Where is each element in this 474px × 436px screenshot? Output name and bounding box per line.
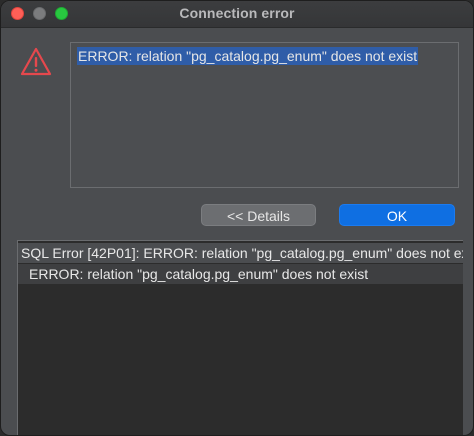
ok-button[interactable]: OK <box>339 204 455 226</box>
connection-error-dialog: Connection error ERROR: relation "pg_cat… <box>0 0 474 436</box>
window-title: Connection error <box>179 5 295 21</box>
error-details-tree[interactable]: SQL Error [42P01]: ERROR: relation "pg_c… <box>17 240 463 435</box>
details-toggle-button[interactable]: << Details <box>201 204 316 226</box>
error-message-box[interactable]: ERROR: relation "pg_catalog.pg_enum" doe… <box>70 42 459 188</box>
title-bar: Connection error <box>1 1 473 28</box>
error-message-text: ERROR: relation "pg_catalog.pg_enum" doe… <box>77 47 419 65</box>
details-row-error-cause[interactable]: ERROR: relation "pg_catalog.pg_enum" doe… <box>18 264 463 284</box>
details-row-sql-error[interactable]: SQL Error [42P01]: ERROR: relation "pg_c… <box>18 243 463 263</box>
warning-triangle-icon <box>20 47 52 76</box>
